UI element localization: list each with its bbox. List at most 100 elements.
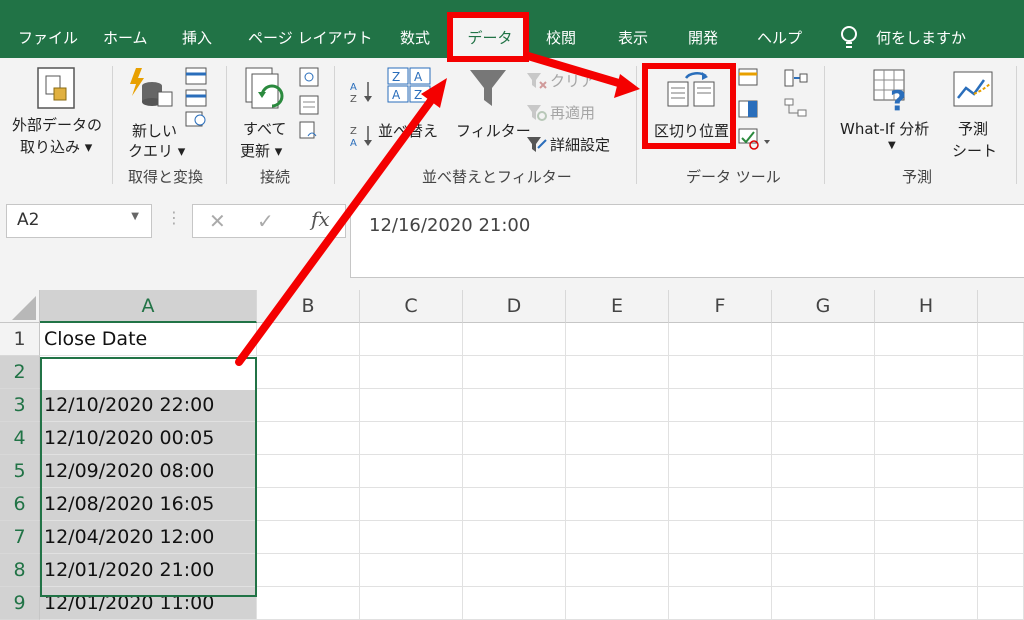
tab-developer[interactable]: 開発 <box>688 18 718 58</box>
empty-cell[interactable] <box>978 521 1024 554</box>
row-header[interactable]: 2 <box>0 356 40 389</box>
row-header[interactable]: 9 <box>0 587 40 620</box>
tab-page-layout[interactable]: ページ レイアウト <box>248 18 372 58</box>
empty-cell[interactable] <box>772 587 875 620</box>
empty-cell[interactable] <box>257 455 360 488</box>
column-header-i[interactable] <box>978 290 1024 323</box>
text-to-columns-button[interactable]: 区切り位置 <box>654 120 729 141</box>
empty-cell[interactable] <box>463 587 566 620</box>
tab-home[interactable]: ホーム <box>103 18 148 58</box>
empty-cell[interactable] <box>772 389 875 422</box>
empty-cell[interactable] <box>566 521 669 554</box>
new-query-label2[interactable]: クエリ ▾ <box>128 140 185 161</box>
empty-cell[interactable] <box>669 488 772 521</box>
chevron-down-icon[interactable]: ▼ <box>131 211 139 222</box>
empty-cell[interactable] <box>669 455 772 488</box>
empty-cell[interactable] <box>875 389 978 422</box>
remove-duplicates-icon[interactable] <box>738 100 760 124</box>
empty-cell[interactable] <box>257 389 360 422</box>
refresh-all-button[interactable]: すべて <box>243 118 286 139</box>
empty-cell[interactable] <box>257 554 360 587</box>
empty-cell[interactable] <box>566 488 669 521</box>
column-header-f[interactable]: F <box>669 290 772 323</box>
empty-cell[interactable] <box>772 422 875 455</box>
column-header-b[interactable]: B <box>257 290 360 323</box>
sort-button[interactable]: 並べ替え <box>378 120 438 141</box>
empty-cell[interactable] <box>669 587 772 620</box>
tab-review[interactable]: 校閲 <box>546 18 576 58</box>
empty-cell[interactable] <box>875 554 978 587</box>
empty-cell[interactable] <box>463 356 566 389</box>
empty-cell[interactable] <box>772 488 875 521</box>
empty-cell[interactable] <box>669 521 772 554</box>
row-header[interactable]: 3 <box>0 389 40 422</box>
tab-file[interactable]: ファイル <box>18 18 78 58</box>
splitter-handle[interactable]: ⋮ <box>166 208 182 227</box>
empty-cell[interactable] <box>360 488 463 521</box>
formula-input[interactable]: 12/16/2020 21:00 <box>350 204 1024 278</box>
clear-button[interactable]: クリア <box>550 70 595 91</box>
sort-dialog-icon[interactable]: ZAAZ <box>386 66 432 110</box>
date-cell[interactable]: 12/01/2020 11:00 <box>40 587 257 620</box>
advanced-filter-button[interactable]: 詳細設定 <box>550 134 610 155</box>
relationships-icon[interactable] <box>784 98 808 122</box>
refresh-all-icon[interactable] <box>244 66 288 120</box>
empty-cell[interactable] <box>360 389 463 422</box>
column-header-h[interactable]: H <box>875 290 978 323</box>
date-cell[interactable]: 12/09/2020 08:00 <box>40 455 257 488</box>
empty-cell[interactable] <box>463 422 566 455</box>
empty-cell[interactable] <box>772 554 875 587</box>
empty-cell[interactable] <box>875 323 978 356</box>
what-if-analysis-icon[interactable]: ? <box>872 68 916 117</box>
tab-data[interactable]: データ <box>452 18 528 58</box>
empty-cell[interactable] <box>978 587 1024 620</box>
empty-cell[interactable] <box>566 323 669 356</box>
empty-cell[interactable] <box>875 587 978 620</box>
empty-cell[interactable] <box>566 554 669 587</box>
row-header[interactable]: 8 <box>0 554 40 587</box>
empty-cell[interactable] <box>566 587 669 620</box>
forecast-sheet-button[interactable]: 予測 <box>958 118 988 139</box>
filter-button[interactable]: フィルター <box>456 120 531 141</box>
empty-cell[interactable] <box>360 521 463 554</box>
select-all-corner[interactable] <box>0 290 40 323</box>
date-cell[interactable]: 12/04/2020 12:00 <box>40 521 257 554</box>
tab-insert[interactable]: 挿入 <box>182 18 212 58</box>
sort-descending-icon[interactable]: ZA <box>350 124 374 152</box>
empty-cell[interactable] <box>875 356 978 389</box>
enter-icon[interactable]: ✓ <box>257 209 274 233</box>
row-header[interactable]: 7 <box>0 521 40 554</box>
empty-cell[interactable] <box>463 488 566 521</box>
empty-cell[interactable] <box>360 455 463 488</box>
get-external-data-label2[interactable]: 取り込み ▾ <box>20 136 92 157</box>
empty-cell[interactable] <box>257 422 360 455</box>
empty-cell[interactable] <box>875 455 978 488</box>
text-to-columns-icon[interactable] <box>666 68 716 114</box>
empty-cell[interactable] <box>360 323 463 356</box>
empty-cell[interactable] <box>566 356 669 389</box>
reapply-button[interactable]: 再適用 <box>550 102 595 123</box>
empty-cell[interactable] <box>875 488 978 521</box>
empty-cell[interactable] <box>257 587 360 620</box>
empty-cell[interactable] <box>360 554 463 587</box>
empty-cell[interactable] <box>463 554 566 587</box>
forecast-sheet-icon[interactable] <box>952 70 994 114</box>
empty-cell[interactable] <box>360 422 463 455</box>
empty-cell[interactable] <box>463 323 566 356</box>
what-if-analysis-button[interactable]: What-If 分析 <box>840 118 929 139</box>
empty-cell[interactable] <box>772 455 875 488</box>
empty-cell[interactable] <box>978 488 1024 521</box>
empty-cell[interactable] <box>257 488 360 521</box>
new-query-button[interactable]: 新しい <box>132 120 177 141</box>
forecast-sheet-label2[interactable]: シート <box>952 140 997 161</box>
empty-cell[interactable] <box>566 389 669 422</box>
get-external-data-button[interactable]: 外部データの <box>12 114 102 135</box>
column-header-c[interactable]: C <box>360 290 463 323</box>
empty-cell[interactable] <box>978 323 1024 356</box>
tab-formulas[interactable]: 数式 <box>400 18 430 58</box>
data-validation-icon[interactable] <box>738 128 772 154</box>
date-cell[interactable]: 12/08/2020 16:05 <box>40 488 257 521</box>
date-cell[interactable]: 12/01/2020 21:00 <box>40 554 257 587</box>
column-header-a[interactable]: A <box>40 290 257 323</box>
empty-cell[interactable] <box>978 356 1024 389</box>
